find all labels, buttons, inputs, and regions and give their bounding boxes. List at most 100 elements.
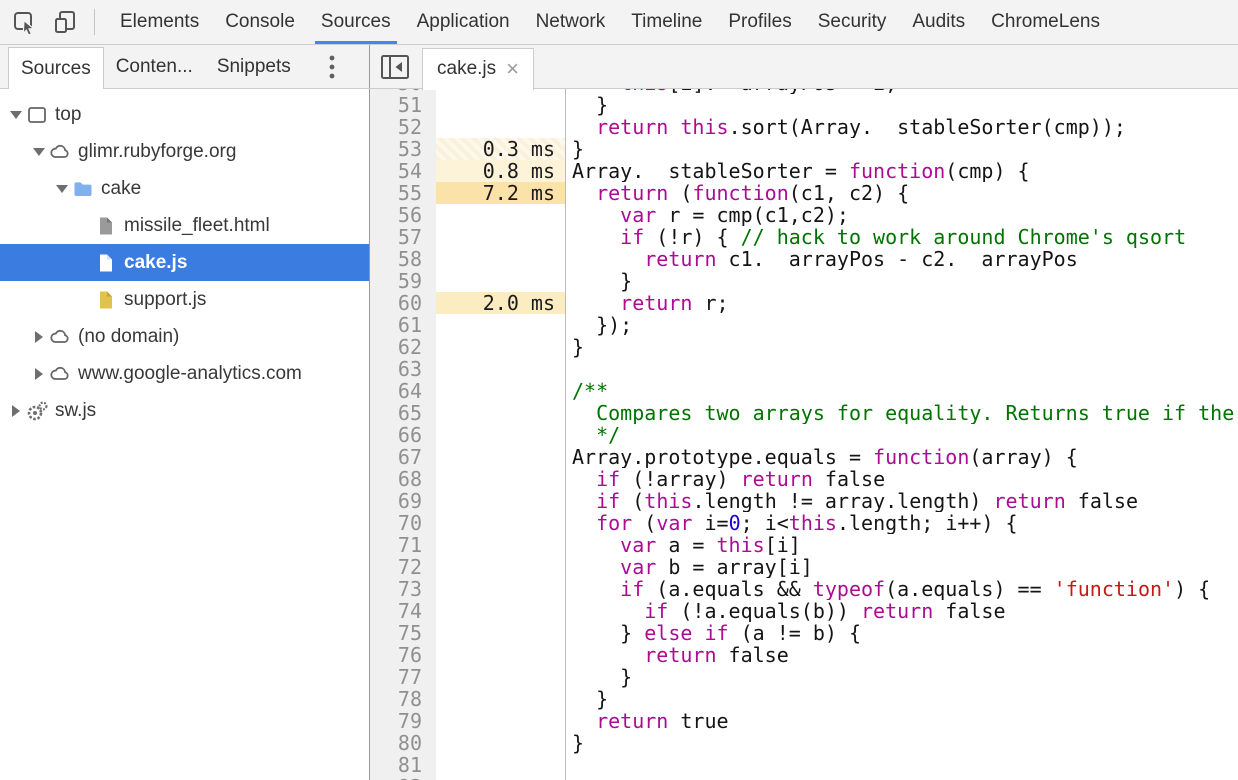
code-text[interactable]: Compares two arrays for equality. Return…: [566, 402, 1238, 424]
code-text[interactable]: }: [566, 336, 1238, 358]
line-number[interactable]: 58: [370, 248, 436, 270]
code-text[interactable]: Array.prototype.equals = function(array)…: [566, 446, 1238, 468]
tree-item-top[interactable]: top: [0, 96, 369, 133]
tab-timeline[interactable]: Timeline: [618, 0, 715, 44]
tree-item-cake[interactable]: cake: [0, 170, 369, 207]
navigator-tab-snippets[interactable]: Snippets: [205, 45, 303, 88]
code-text[interactable]: if (a.equals && typeof(a.equals) == 'fun…: [566, 578, 1238, 600]
code-text[interactable]: }: [566, 732, 1238, 754]
tree-item-cake-js[interactable]: cake.js: [0, 244, 369, 281]
code-text[interactable]: }: [566, 666, 1238, 688]
tree-item-www-google-analytics-com[interactable]: www.google-analytics.com: [0, 355, 369, 392]
close-icon[interactable]: ×: [506, 58, 519, 80]
tab-console[interactable]: Console: [212, 0, 308, 44]
chevron-down-icon[interactable]: [54, 185, 70, 193]
tab-audits[interactable]: Audits: [899, 0, 978, 44]
code-text[interactable]: return r;: [566, 292, 1238, 314]
tab-security[interactable]: Security: [805, 0, 900, 44]
line-number[interactable]: 75: [370, 622, 436, 644]
code-text[interactable]: [566, 754, 1238, 776]
code-text[interactable]: if (!array) return false: [566, 468, 1238, 490]
tab-elements[interactable]: Elements: [107, 0, 212, 44]
chevron-down-icon[interactable]: [31, 148, 47, 156]
tab-application[interactable]: Application: [404, 0, 523, 44]
more-options-icon[interactable]: [317, 45, 347, 88]
line-number[interactable]: 51: [370, 94, 436, 116]
chevron-right-icon[interactable]: [31, 331, 47, 343]
line-number[interactable]: 61: [370, 314, 436, 336]
tree-item-missile-fleet-html[interactable]: missile_fleet.html: [0, 207, 369, 244]
line-number[interactable]: 74: [370, 600, 436, 622]
code-text[interactable]: return true: [566, 710, 1238, 732]
line-number[interactable]: 65: [370, 402, 436, 424]
code-text[interactable]: var b = array[i]: [566, 556, 1238, 578]
line-number[interactable]: 70: [370, 512, 436, 534]
line-number[interactable]: 52: [370, 116, 436, 138]
line-number[interactable]: 62: [370, 336, 436, 358]
line-number[interactable]: 67: [370, 446, 436, 468]
line-number[interactable]: 68: [370, 468, 436, 490]
tab-chromelens[interactable]: ChromeLens: [978, 0, 1113, 44]
editor-tab-cake-js[interactable]: cake.js ×: [422, 48, 534, 90]
code-text[interactable]: }: [566, 138, 1238, 160]
code-text[interactable]: if (this.length != array.length) return …: [566, 490, 1238, 512]
line-number[interactable]: 80: [370, 732, 436, 754]
code-text[interactable]: }: [566, 688, 1238, 710]
line-number[interactable]: 78: [370, 688, 436, 710]
line-number[interactable]: 82: [370, 776, 436, 780]
code-text[interactable]: if (!a.equals(b)) return false: [566, 600, 1238, 622]
code-editor[interactable]: 50 this[i].__arrayPos = i;51 }52 return …: [370, 89, 1238, 780]
chevron-down-icon[interactable]: [8, 111, 24, 119]
line-number[interactable]: 60: [370, 292, 436, 314]
line-number[interactable]: 72: [370, 556, 436, 578]
line-number[interactable]: 77: [370, 666, 436, 688]
code-text[interactable]: return c1.__arrayPos - c2.__arrayPos: [566, 248, 1238, 270]
navigator-tab-conten[interactable]: Conten...: [104, 45, 205, 88]
line-number[interactable]: 53: [370, 138, 436, 160]
line-number[interactable]: 76: [370, 644, 436, 666]
code-text[interactable]: Array.__stableSorter = function(cmp) {: [566, 160, 1238, 182]
tab-network[interactable]: Network: [523, 0, 619, 44]
code-text[interactable]: return this.sort(Array.__stableSorter(cm…: [566, 116, 1238, 138]
gear-icon: [26, 400, 48, 422]
line-number[interactable]: 66: [370, 424, 436, 446]
code-text[interactable]: }: [566, 270, 1238, 292]
code-text[interactable]: for (var i=0; i<this.length; i++) {: [566, 512, 1238, 534]
line-number[interactable]: 69: [370, 490, 436, 512]
line-number[interactable]: 71: [370, 534, 436, 556]
line-number[interactable]: 64: [370, 380, 436, 402]
chevron-right-icon[interactable]: [31, 368, 47, 380]
code-text[interactable]: var r = cmp(c1,c2);: [566, 204, 1238, 226]
code-text[interactable]: /**: [566, 380, 1238, 402]
navigator-tab-sources[interactable]: Sources: [8, 47, 104, 89]
tab-profiles[interactable]: Profiles: [715, 0, 804, 44]
code-text[interactable]: return (function(c1, c2) {: [566, 182, 1238, 204]
code-text[interactable]: var a = this[i]: [566, 534, 1238, 556]
code-text[interactable]: if (!r) { // hack to work around Chrome'…: [566, 226, 1238, 248]
tree-item-no-domain[interactable]: (no domain): [0, 318, 369, 355]
code-text[interactable]: [566, 358, 1238, 380]
code-text[interactable]: }: [566, 94, 1238, 116]
tab-sources[interactable]: Sources: [308, 0, 404, 44]
code-text[interactable]: } else if (a != b) {: [566, 622, 1238, 644]
code-text[interactable]: return false: [566, 644, 1238, 666]
line-number[interactable]: 55: [370, 182, 436, 204]
device-toolbar-icon[interactable]: [48, 4, 84, 40]
tree-item-glimr-rubyforge-org[interactable]: glimr.rubyforge.org: [0, 133, 369, 170]
tree-item-sw-js[interactable]: sw.js: [0, 392, 369, 429]
line-number[interactable]: 59: [370, 270, 436, 292]
code-text[interactable]: });: [566, 314, 1238, 336]
line-number[interactable]: 79: [370, 710, 436, 732]
line-number[interactable]: 57: [370, 226, 436, 248]
chevron-right-icon[interactable]: [8, 405, 24, 417]
code-text[interactable]: */: [566, 424, 1238, 446]
line-number[interactable]: 73: [370, 578, 436, 600]
hide-navigator-icon[interactable]: [380, 54, 410, 80]
line-number[interactable]: 81: [370, 754, 436, 776]
inspect-icon[interactable]: [6, 4, 42, 40]
tree-item-support-js[interactable]: support.js: [0, 281, 369, 318]
code-text[interactable]: [566, 776, 1238, 780]
line-number[interactable]: 63: [370, 358, 436, 380]
line-number[interactable]: 54: [370, 160, 436, 182]
line-number[interactable]: 56: [370, 204, 436, 226]
